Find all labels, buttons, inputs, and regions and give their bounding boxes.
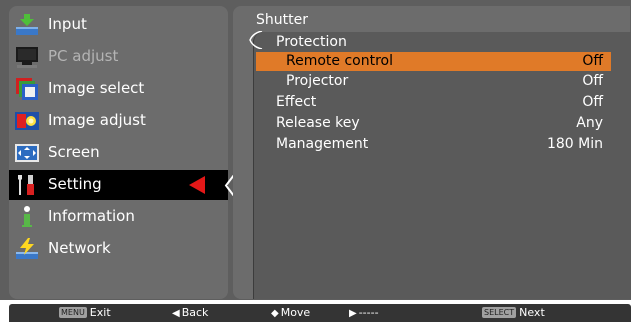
row-value: Any xyxy=(576,115,603,131)
hint-exit: MENU Exit xyxy=(59,306,111,320)
row-label: Remote control xyxy=(286,53,393,69)
right-arrow-icon: ▶ xyxy=(349,308,357,319)
hint-move-label: Move xyxy=(280,306,311,319)
row-value: Off xyxy=(582,53,603,69)
hint-move: ◆ Move xyxy=(271,306,310,320)
row-projector[interactable]: Projector Off xyxy=(256,72,611,91)
pc-adjust-icon xyxy=(16,47,38,68)
hint-exit-label: Exit xyxy=(89,306,111,319)
hint-next-label: Next xyxy=(519,306,545,319)
hint-right-label: ----- xyxy=(358,306,379,319)
menu-item-setting[interactable]: Setting xyxy=(9,170,228,200)
row-value: Off xyxy=(582,73,603,89)
row-protection[interactable]: Protection xyxy=(256,33,611,52)
row-effect[interactable]: Effect Off xyxy=(256,93,611,112)
menu-item-pc-adjust[interactable]: PC adjust xyxy=(9,42,228,72)
select-key-icon: SELECT xyxy=(482,307,517,318)
menu-item-network[interactable]: Network xyxy=(9,234,228,264)
main-menu: Input PC adjust Image select Image adjus… xyxy=(9,6,228,299)
menu-item-label: Network xyxy=(48,239,111,257)
menu-item-label: Information xyxy=(48,207,135,225)
information-icon xyxy=(22,206,32,227)
row-remote-control[interactable]: Remote control Off xyxy=(256,52,611,71)
row-label: Projector xyxy=(286,73,349,89)
selected-arrow-icon xyxy=(189,176,205,194)
menu-item-label: PC adjust xyxy=(48,47,119,65)
row-label: Management xyxy=(276,136,369,152)
setting-icon xyxy=(18,175,34,195)
menu-item-label: Image select xyxy=(48,79,145,97)
menu-item-input[interactable]: Input xyxy=(9,10,228,40)
panel-title: Shutter xyxy=(256,12,308,28)
row-label: Effect xyxy=(276,94,317,110)
menu-item-image-select[interactable]: Image select xyxy=(9,74,228,104)
row-value: Off xyxy=(582,94,603,110)
row-label: Protection xyxy=(276,34,347,50)
hint-back: ◀ Back xyxy=(172,306,208,320)
network-icon xyxy=(16,238,38,259)
image-select-icon xyxy=(16,78,38,100)
key-hint-bar: MENU Exit ◀ Back ◆ Move ▶ ----- SELECT Next xyxy=(9,304,631,322)
menu-item-label: Screen xyxy=(48,143,100,161)
image-adjust-icon xyxy=(15,112,39,130)
shutter-panel: Shutter Protection Remote control Off Pr… xyxy=(233,6,631,299)
menu-item-screen[interactable]: Screen xyxy=(9,138,228,168)
input-icon xyxy=(16,14,38,35)
screen-icon xyxy=(15,144,39,162)
menu-item-image-adjust[interactable]: Image adjust xyxy=(9,106,228,136)
up-down-arrow-icon: ◆ xyxy=(271,308,279,319)
hint-back-label: Back xyxy=(181,306,209,319)
hint-right: ▶ ----- xyxy=(349,306,379,320)
hint-next: SELECT Next xyxy=(482,306,545,320)
row-management[interactable]: Management 180 Min xyxy=(256,135,611,154)
menu-item-information[interactable]: Information xyxy=(9,202,228,232)
menu-item-label: Setting xyxy=(48,175,102,193)
row-release-key[interactable]: Release key Any xyxy=(256,114,611,133)
row-value: 180 Min xyxy=(546,136,603,152)
row-label: Release key xyxy=(276,115,360,131)
menu-key-icon: MENU xyxy=(59,307,87,318)
left-arrow-icon: ◀ xyxy=(172,308,180,319)
menu-item-label: Image adjust xyxy=(48,111,146,129)
menu-item-label: Input xyxy=(48,15,87,33)
